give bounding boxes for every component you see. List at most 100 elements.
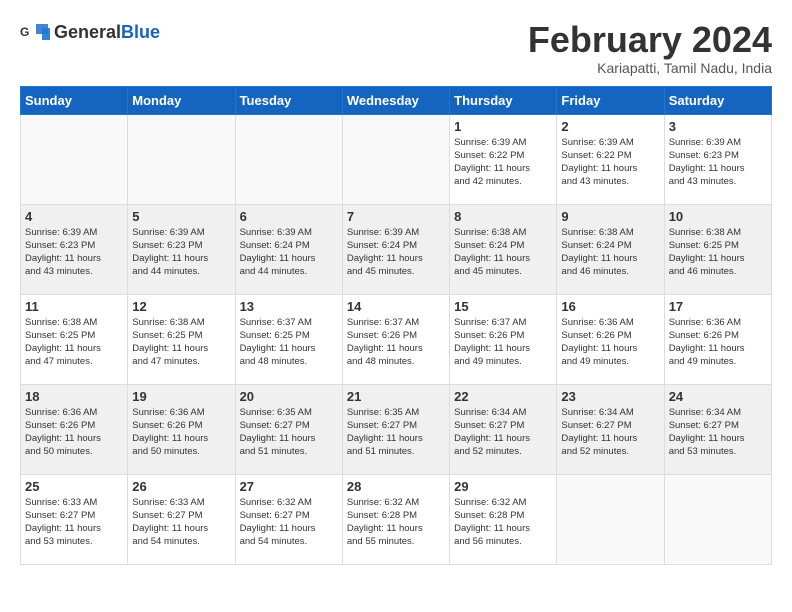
week-row-2: 11 Sunrise: 6:38 AM Sunset: 6:25 PM Dayli… bbox=[21, 294, 772, 384]
header-saturday: Saturday bbox=[664, 86, 771, 114]
day-number: 25 bbox=[25, 479, 123, 494]
day-cell: 10 Sunrise: 6:38 AM Sunset: 6:25 PM Dayli… bbox=[664, 204, 771, 294]
day-cell: 12 Sunrise: 6:38 AM Sunset: 6:25 PM Dayli… bbox=[128, 294, 235, 384]
day-cell: 14 Sunrise: 6:37 AM Sunset: 6:26 PM Dayli… bbox=[342, 294, 449, 384]
day-cell: 4 Sunrise: 6:39 AM Sunset: 6:23 PM Daylig… bbox=[21, 204, 128, 294]
day-info: Sunrise: 6:32 AM Sunset: 6:28 PM Dayligh… bbox=[347, 496, 445, 549]
day-info: Sunrise: 6:37 AM Sunset: 6:25 PM Dayligh… bbox=[240, 316, 338, 369]
day-info: Sunrise: 6:34 AM Sunset: 6:27 PM Dayligh… bbox=[669, 406, 767, 459]
day-info: Sunrise: 6:39 AM Sunset: 6:23 PM Dayligh… bbox=[132, 226, 230, 279]
header-tuesday: Tuesday bbox=[235, 86, 342, 114]
day-cell: 7 Sunrise: 6:39 AM Sunset: 6:24 PM Daylig… bbox=[342, 204, 449, 294]
day-cell bbox=[342, 114, 449, 204]
day-cell: 6Sunrise: 6:39 AM Sunset: 6:24 PM Daylig… bbox=[235, 204, 342, 294]
logo-icon: G bbox=[20, 20, 50, 44]
day-info: Sunrise: 6:37 AM Sunset: 6:26 PM Dayligh… bbox=[454, 316, 552, 369]
day-cell: 21 Sunrise: 6:35 AM Sunset: 6:27 PM Dayli… bbox=[342, 384, 449, 474]
day-number: 16 bbox=[561, 299, 659, 314]
day-info: Sunrise: 6:33 AM Sunset: 6:27 PM Dayligh… bbox=[25, 496, 123, 549]
day-cell: 13 Sunrise: 6:37 AM Sunset: 6:25 PM Dayli… bbox=[235, 294, 342, 384]
day-number: 27 bbox=[240, 479, 338, 494]
day-cell: 1Sunrise: 6:39 AM Sunset: 6:22 PM Daylig… bbox=[450, 114, 557, 204]
day-info: Sunrise: 6:39 AM Sunset: 6:22 PM Dayligh… bbox=[561, 136, 659, 189]
day-number: 1 bbox=[454, 119, 552, 134]
day-cell bbox=[557, 474, 664, 564]
day-info: Sunrise: 6:39 AM Sunset: 6:23 PM Dayligh… bbox=[669, 136, 767, 189]
day-cell: 15 Sunrise: 6:37 AM Sunset: 6:26 PM Dayli… bbox=[450, 294, 557, 384]
day-number: 12 bbox=[132, 299, 230, 314]
page-header: G General Blue February 2024 Kariapatti,… bbox=[20, 20, 772, 76]
day-cell: 8 Sunrise: 6:38 AM Sunset: 6:24 PM Daylig… bbox=[450, 204, 557, 294]
day-info: Sunrise: 6:38 AM Sunset: 6:25 PM Dayligh… bbox=[132, 316, 230, 369]
location: Kariapatti, Tamil Nadu, India bbox=[528, 60, 772, 76]
day-info: Sunrise: 6:34 AM Sunset: 6:27 PM Dayligh… bbox=[561, 406, 659, 459]
day-info: Sunrise: 6:32 AM Sunset: 6:28 PM Dayligh… bbox=[454, 496, 552, 549]
day-cell: 3 Sunrise: 6:39 AM Sunset: 6:23 PM Daylig… bbox=[664, 114, 771, 204]
day-number: 29 bbox=[454, 479, 552, 494]
day-number: 28 bbox=[347, 479, 445, 494]
day-info: Sunrise: 6:39 AM Sunset: 6:23 PM Dayligh… bbox=[25, 226, 123, 279]
day-cell: 24Sunrise: 6:34 AM Sunset: 6:27 PM Dayli… bbox=[664, 384, 771, 474]
title-area: February 2024 Kariapatti, Tamil Nadu, In… bbox=[528, 20, 772, 76]
week-row-3: 18Sunrise: 6:36 AM Sunset: 6:26 PM Dayli… bbox=[21, 384, 772, 474]
day-info: Sunrise: 6:38 AM Sunset: 6:24 PM Dayligh… bbox=[561, 226, 659, 279]
day-number: 7 bbox=[347, 209, 445, 224]
day-number: 3 bbox=[669, 119, 767, 134]
day-cell bbox=[235, 114, 342, 204]
day-cell: 9 Sunrise: 6:38 AM Sunset: 6:24 PM Daylig… bbox=[557, 204, 664, 294]
day-cell: 17 Sunrise: 6:36 AM Sunset: 6:26 PM Dayli… bbox=[664, 294, 771, 384]
day-number: 23 bbox=[561, 389, 659, 404]
day-cell bbox=[128, 114, 235, 204]
logo-general: General bbox=[54, 22, 121, 43]
header-wednesday: Wednesday bbox=[342, 86, 449, 114]
day-info: Sunrise: 6:39 AM Sunset: 6:24 PM Dayligh… bbox=[347, 226, 445, 279]
day-cell: 26Sunrise: 6:33 AM Sunset: 6:27 PM Dayli… bbox=[128, 474, 235, 564]
header-thursday: Thursday bbox=[450, 86, 557, 114]
day-number: 9 bbox=[561, 209, 659, 224]
day-cell: 25 Sunrise: 6:33 AM Sunset: 6:27 PM Dayli… bbox=[21, 474, 128, 564]
day-number: 10 bbox=[669, 209, 767, 224]
day-cell: 11 Sunrise: 6:38 AM Sunset: 6:25 PM Dayli… bbox=[21, 294, 128, 384]
day-cell: 19 Sunrise: 6:36 AM Sunset: 6:26 PM Dayli… bbox=[128, 384, 235, 474]
calendar-table: SundayMondayTuesdayWednesdayThursdayFrid… bbox=[20, 86, 772, 565]
day-cell: 22Sunrise: 6:34 AM Sunset: 6:27 PM Dayli… bbox=[450, 384, 557, 474]
day-number: 5 bbox=[132, 209, 230, 224]
day-number: 2 bbox=[561, 119, 659, 134]
day-info: Sunrise: 6:34 AM Sunset: 6:27 PM Dayligh… bbox=[454, 406, 552, 459]
day-info: Sunrise: 6:38 AM Sunset: 6:25 PM Dayligh… bbox=[669, 226, 767, 279]
day-info: Sunrise: 6:32 AM Sunset: 6:27 PM Dayligh… bbox=[240, 496, 338, 549]
day-info: Sunrise: 6:36 AM Sunset: 6:26 PM Dayligh… bbox=[561, 316, 659, 369]
header-friday: Friday bbox=[557, 86, 664, 114]
day-cell: 18Sunrise: 6:36 AM Sunset: 6:26 PM Dayli… bbox=[21, 384, 128, 474]
week-row-1: 4 Sunrise: 6:39 AM Sunset: 6:23 PM Daylig… bbox=[21, 204, 772, 294]
day-number: 26 bbox=[132, 479, 230, 494]
day-number: 8 bbox=[454, 209, 552, 224]
day-cell: 2 Sunrise: 6:39 AM Sunset: 6:22 PM Daylig… bbox=[557, 114, 664, 204]
day-number: 4 bbox=[25, 209, 123, 224]
day-info: Sunrise: 6:36 AM Sunset: 6:26 PM Dayligh… bbox=[132, 406, 230, 459]
day-cell bbox=[664, 474, 771, 564]
day-number: 21 bbox=[347, 389, 445, 404]
day-number: 15 bbox=[454, 299, 552, 314]
day-info: Sunrise: 6:35 AM Sunset: 6:27 PM Dayligh… bbox=[240, 406, 338, 459]
day-info: Sunrise: 6:35 AM Sunset: 6:27 PM Dayligh… bbox=[347, 406, 445, 459]
logo-blue: Blue bbox=[121, 22, 160, 43]
day-number: 19 bbox=[132, 389, 230, 404]
day-number: 20 bbox=[240, 389, 338, 404]
day-info: Sunrise: 6:36 AM Sunset: 6:26 PM Dayligh… bbox=[25, 406, 123, 459]
day-cell: 16 Sunrise: 6:36 AM Sunset: 6:26 PM Dayli… bbox=[557, 294, 664, 384]
day-number: 14 bbox=[347, 299, 445, 314]
day-number: 13 bbox=[240, 299, 338, 314]
day-number: 17 bbox=[669, 299, 767, 314]
day-info: Sunrise: 6:38 AM Sunset: 6:25 PM Dayligh… bbox=[25, 316, 123, 369]
day-cell: 23 Sunrise: 6:34 AM Sunset: 6:27 PM Dayli… bbox=[557, 384, 664, 474]
header-sunday: Sunday bbox=[21, 86, 128, 114]
day-cell: 27 Sunrise: 6:32 AM Sunset: 6:27 PM Dayli… bbox=[235, 474, 342, 564]
week-row-4: 25 Sunrise: 6:33 AM Sunset: 6:27 PM Dayli… bbox=[21, 474, 772, 564]
day-info: Sunrise: 6:37 AM Sunset: 6:26 PM Dayligh… bbox=[347, 316, 445, 369]
day-cell: 29 Sunrise: 6:32 AM Sunset: 6:28 PM Dayli… bbox=[450, 474, 557, 564]
day-info: Sunrise: 6:36 AM Sunset: 6:26 PM Dayligh… bbox=[669, 316, 767, 369]
day-number: 11 bbox=[25, 299, 123, 314]
svg-text:G: G bbox=[20, 25, 29, 39]
day-info: Sunrise: 6:38 AM Sunset: 6:24 PM Dayligh… bbox=[454, 226, 552, 279]
